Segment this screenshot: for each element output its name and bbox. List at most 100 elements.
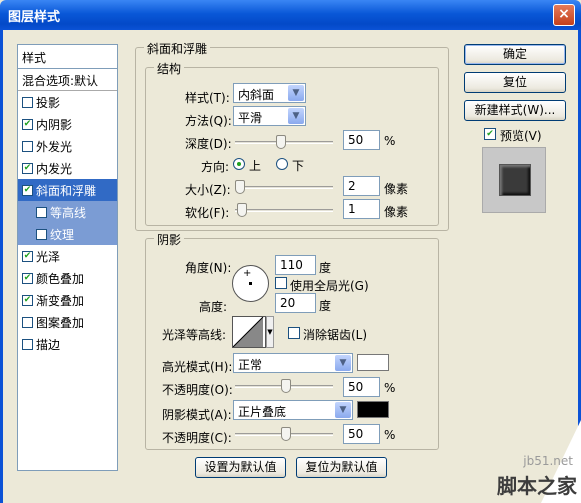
style-items: 投影 ✔ 内阴影 外发光 ✔ 内发光 ✔ 斜面和浮雕 等高线 纹理 ✔ 光泽 ✔ 颜色叠加 ✔ 渐变叠加 图案叠… bbox=[18, 91, 117, 355]
global-light-label: 使用全局光(G) bbox=[290, 279, 369, 293]
style-item-checkbox[interactable]: ✔ bbox=[22, 118, 33, 130]
highlight-opacity-slider[interactable] bbox=[235, 379, 333, 393]
watermark-site: jb51.net bbox=[523, 454, 573, 468]
size-input[interactable]: 2 bbox=[343, 176, 380, 196]
shadow-opacity-slider[interactable] bbox=[235, 427, 333, 441]
style-item[interactable]: ✔ 内发光 bbox=[18, 157, 117, 179]
style-item-label: 斜面和浮雕 bbox=[36, 183, 97, 198]
reset-button[interactable]: 复位 bbox=[464, 72, 566, 93]
style-item-checkbox[interactable]: ✔ bbox=[22, 162, 33, 174]
style-item[interactable]: ✔ 颜色叠加 bbox=[18, 267, 117, 289]
shadow-opacity-thumb[interactable] bbox=[281, 427, 291, 441]
style-item-checkbox[interactable] bbox=[22, 338, 33, 350]
style-item[interactable]: 外发光 bbox=[18, 135, 117, 157]
style-item-checkbox[interactable]: ✔ bbox=[22, 250, 33, 262]
ok-button[interactable]: 确定 bbox=[464, 44, 566, 65]
style-list: 样式 混合选项:默认 投影 ✔ 内阴影 外发光 ✔ 内发光 ✔ 斜面和浮雕 等高线 纹理 ✔ 光泽 ✔ 颜… bbox=[17, 44, 118, 471]
contour-dropdown-icon[interactable]: ▼ bbox=[266, 316, 274, 348]
angle-dial[interactable]: + bbox=[232, 265, 269, 302]
technique-select-value: 平滑 bbox=[238, 111, 263, 125]
shadow-opacity-input[interactable]: 50 bbox=[343, 424, 380, 444]
style-item[interactable]: 投影 bbox=[18, 91, 117, 113]
depth-slider-thumb[interactable] bbox=[276, 135, 286, 149]
size-slider[interactable] bbox=[235, 180, 333, 194]
depth-unit: % bbox=[384, 134, 396, 148]
style-item[interactable]: 纹理 bbox=[18, 223, 117, 245]
gloss-contour-picker[interactable] bbox=[232, 316, 266, 348]
soften-input[interactable]: 1 bbox=[343, 199, 380, 219]
style-item-label: 图案叠加 bbox=[36, 315, 85, 330]
angle-label: 角度(N): bbox=[185, 261, 232, 275]
styles-header[interactable]: 样式 bbox=[18, 45, 117, 69]
style-item-checkbox[interactable]: ✔ bbox=[22, 294, 33, 306]
direction-down-label: 下 bbox=[292, 159, 305, 173]
style-item-checkbox[interactable] bbox=[36, 206, 47, 218]
size-unit: 像素 bbox=[384, 182, 409, 196]
angle-input[interactable]: 110 bbox=[275, 255, 316, 275]
shadow-mode-label: 阴影模式(A): bbox=[162, 408, 232, 422]
direction-up-radio[interactable] bbox=[233, 158, 245, 170]
style-item-label: 描边 bbox=[36, 337, 61, 352]
shadow-mode-select[interactable]: 正片叠底 ▼ bbox=[233, 400, 353, 420]
reset-default-button[interactable]: 复位为默认值 bbox=[296, 457, 387, 478]
gloss-contour-label: 光泽等高线: bbox=[162, 328, 227, 342]
style-item-checkbox[interactable] bbox=[22, 316, 33, 328]
style-item-checkbox[interactable]: ✔ bbox=[22, 184, 33, 196]
style-select[interactable]: 内斜面 ▼ bbox=[233, 83, 306, 103]
style-item[interactable]: 图案叠加 bbox=[18, 311, 117, 333]
make-default-button[interactable]: 设置为默认值 bbox=[195, 457, 286, 478]
watermark-brand: 脚本之家 bbox=[497, 474, 577, 498]
style-item[interactable]: 描边 bbox=[18, 333, 117, 355]
style-item-checkbox[interactable]: ✔ bbox=[22, 272, 33, 284]
style-item-checkbox[interactable] bbox=[22, 96, 33, 108]
blend-options-item[interactable]: 混合选项:默认 bbox=[18, 69, 117, 91]
style-item-label: 渐变叠加 bbox=[36, 293, 85, 308]
highlight-mode-select[interactable]: 正常 ▼ bbox=[233, 353, 353, 373]
style-item[interactable]: ✔ 内阴影 bbox=[18, 113, 117, 135]
style-item-checkbox[interactable] bbox=[36, 228, 47, 240]
highlight-opacity-thumb[interactable] bbox=[281, 379, 291, 393]
close-button[interactable]: × bbox=[553, 4, 575, 26]
style-item-label: 等高线 bbox=[50, 205, 87, 220]
chevron-down-icon: ▼ bbox=[335, 355, 351, 371]
contour-curve-icon bbox=[232, 316, 264, 348]
style-item-label: 纹理 bbox=[50, 227, 75, 242]
size-slider-thumb[interactable] bbox=[235, 180, 245, 194]
anti-alias-checkbox[interactable] bbox=[288, 327, 300, 339]
highlight-color-swatch[interactable] bbox=[357, 354, 389, 371]
highlight-opacity-label: 不透明度(O): bbox=[162, 383, 233, 397]
close-icon: × bbox=[558, 6, 570, 22]
altitude-input[interactable]: 20 bbox=[275, 293, 316, 313]
style-label: 样式(T): bbox=[185, 91, 230, 105]
style-item[interactable]: ✔ 斜面和浮雕 bbox=[18, 179, 117, 201]
style-item[interactable]: ✔ 光泽 bbox=[18, 245, 117, 267]
highlight-opacity-input[interactable]: 50 bbox=[343, 377, 380, 397]
shadow-opacity-unit: % bbox=[384, 428, 396, 442]
shadow-mode-value: 正片叠底 bbox=[238, 405, 287, 419]
window-title: 图层样式 bbox=[8, 10, 61, 25]
chevron-down-icon: ▼ bbox=[288, 108, 304, 124]
global-light-checkbox[interactable] bbox=[275, 277, 287, 289]
new-style-button[interactable]: 新建样式(W)... bbox=[464, 100, 566, 121]
style-item[interactable]: ✔ 渐变叠加 bbox=[18, 289, 117, 311]
shadow-color-swatch[interactable] bbox=[357, 401, 389, 418]
depth-label: 深度(D): bbox=[185, 137, 232, 151]
depth-slider[interactable] bbox=[235, 135, 333, 149]
soften-unit: 像素 bbox=[384, 205, 409, 219]
soften-label: 软化(F): bbox=[185, 206, 230, 220]
direction-down-radio[interactable] bbox=[276, 158, 288, 170]
preview-checkbox[interactable]: ✔ bbox=[484, 128, 496, 140]
crosshair-icon: + bbox=[243, 268, 252, 279]
shading-title: 阴影 bbox=[154, 231, 185, 248]
soften-slider-thumb[interactable] bbox=[237, 203, 247, 217]
size-label: 大小(Z): bbox=[185, 183, 231, 197]
style-item-checkbox[interactable] bbox=[22, 140, 33, 152]
preview-thumbnail bbox=[482, 147, 546, 213]
style-item[interactable]: 等高线 bbox=[18, 201, 117, 223]
style-select-value: 内斜面 bbox=[238, 88, 275, 102]
style-item-label: 颜色叠加 bbox=[36, 271, 85, 286]
depth-input[interactable]: 50 bbox=[343, 130, 380, 150]
soften-slider[interactable] bbox=[235, 203, 333, 217]
direction-label: 方向: bbox=[201, 160, 230, 174]
technique-select[interactable]: 平滑 ▼ bbox=[233, 106, 306, 126]
